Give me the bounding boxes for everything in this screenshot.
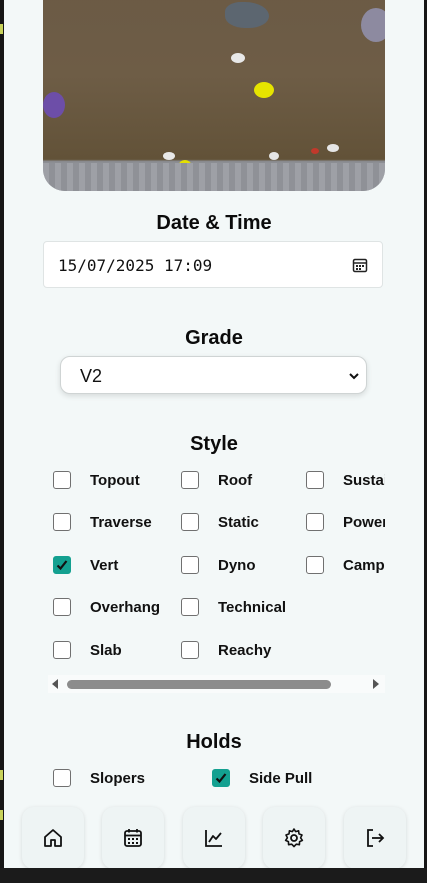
grade-selected-value: V2	[80, 366, 103, 386]
style-option-label: Topout	[90, 472, 140, 489]
checkbox[interactable]	[181, 471, 199, 489]
background-terminal-strip	[0, 868, 427, 883]
home-icon	[44, 829, 62, 847]
chevron-down-icon	[348, 369, 360, 381]
holds-heading: Holds	[186, 731, 242, 753]
checkbox[interactable]	[53, 641, 71, 659]
checkbox[interactable]	[53, 513, 71, 531]
style-option-label: Vert	[90, 557, 119, 574]
checkbox[interactable]	[306, 471, 324, 489]
nav-stats-button[interactable]	[183, 807, 245, 869]
checkbox[interactable]	[181, 513, 199, 531]
grade-heading: Grade	[185, 327, 243, 349]
checkbox-checked[interactable]	[212, 769, 230, 787]
scroll-right-arrow-icon[interactable]	[373, 679, 379, 689]
style-option-label: Traverse	[90, 514, 152, 531]
nav-home-button[interactable]	[22, 807, 84, 869]
checkbox-checked[interactable]	[53, 556, 71, 574]
checkbox[interactable]	[181, 598, 199, 616]
date-time-value: 15/07/2025 17:09	[58, 256, 213, 275]
style-option-label: Dyno	[218, 557, 256, 574]
checkbox[interactable]	[306, 513, 324, 531]
hold-option-label: Slopers	[90, 770, 146, 787]
style-heading: Style	[190, 433, 238, 455]
nav-logout-button[interactable]	[344, 807, 406, 869]
style-option-label: Campus	[343, 557, 385, 574]
style-option-label: Reachy	[218, 642, 272, 659]
style-option-label: Roof	[218, 472, 253, 489]
calendar-picker-icon[interactable]	[352, 257, 368, 273]
bottom-navigation	[4, 800, 424, 869]
climb-photo	[43, 0, 385, 191]
style-option-label: Technical	[218, 599, 287, 616]
checkbox[interactable]	[306, 556, 324, 574]
checkbox[interactable]	[53, 769, 71, 787]
style-option-label: Overhang	[90, 599, 161, 616]
checkbox[interactable]	[181, 556, 199, 574]
chart-icon	[205, 830, 222, 847]
style-option-label: Slab	[90, 642, 122, 659]
checkbox[interactable]	[53, 471, 71, 489]
date-time-heading: Date & Time	[156, 212, 272, 234]
style-option-label: Static	[218, 514, 259, 531]
scroll-left-arrow-icon[interactable]	[52, 679, 58, 689]
logout-icon	[367, 829, 385, 847]
checkbox[interactable]	[53, 598, 71, 616]
checkbox[interactable]	[181, 641, 199, 659]
style-horizontal-scrollbar[interactable]	[48, 675, 385, 693]
nav-settings-button[interactable]	[263, 807, 325, 869]
style-option-label: Power	[343, 514, 385, 531]
hold-option-label: Side Pull	[249, 770, 313, 787]
calendar-icon	[124, 829, 142, 847]
style-option-label: Sustained	[343, 472, 385, 489]
scrollbar-thumb[interactable]	[67, 680, 331, 689]
nav-calendar-button[interactable]	[102, 807, 164, 869]
style-options-grid: Topout Roof Sustained Traverse Static Po…	[43, 460, 385, 670]
grade-select[interactable]: V2	[60, 356, 367, 394]
settings-icon	[284, 828, 304, 848]
date-time-input[interactable]: 15/07/2025 17:09	[43, 241, 383, 288]
app-screen: Date & Time 15/07/2025 17:09 Grade V2 St…	[4, 0, 424, 883]
